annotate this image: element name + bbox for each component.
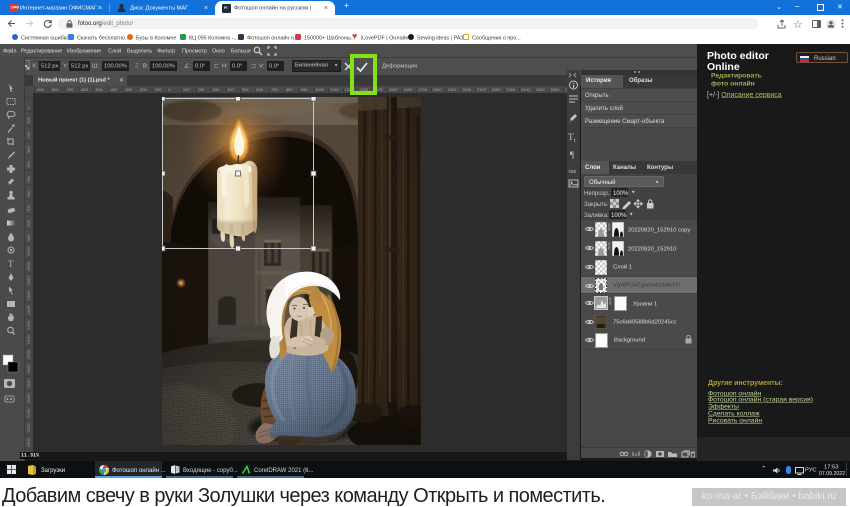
svg-text:200: 200 bbox=[26, 131, 31, 138]
svg-text:1800: 1800 bbox=[433, 87, 443, 92]
svg-text:900: 900 bbox=[26, 234, 31, 241]
svg-text:1700: 1700 bbox=[418, 87, 428, 92]
svg-text:700: 700 bbox=[271, 87, 278, 92]
svg-text:1700: 1700 bbox=[26, 349, 31, 359]
svg-text:0: 0 bbox=[26, 106, 31, 109]
svg-text:400: 400 bbox=[227, 87, 234, 92]
svg-text:-800: -800 bbox=[51, 87, 60, 92]
svg-text:500: 500 bbox=[242, 87, 249, 92]
svg-text:1000: 1000 bbox=[315, 87, 325, 92]
svg-text:400: 400 bbox=[26, 160, 31, 167]
svg-text:600: 600 bbox=[256, 87, 263, 92]
svg-text:2000: 2000 bbox=[462, 87, 472, 92]
svg-text:-100: -100 bbox=[154, 87, 163, 92]
svg-text:700: 700 bbox=[26, 204, 31, 211]
svg-text:-500: -500 bbox=[95, 87, 104, 92]
svg-text:2600: 2600 bbox=[550, 87, 560, 92]
svg-text:300: 300 bbox=[26, 146, 31, 153]
svg-text:css: css bbox=[569, 169, 577, 175]
svg-text:1300: 1300 bbox=[26, 290, 31, 300]
svg-text:2500: 2500 bbox=[536, 87, 546, 92]
svg-text:2400: 2400 bbox=[521, 87, 531, 92]
svg-text:1200: 1200 bbox=[26, 276, 31, 286]
svg-text:1000: 1000 bbox=[26, 246, 31, 256]
svg-text:1600: 1600 bbox=[403, 87, 413, 92]
svg-text:1100: 1100 bbox=[330, 87, 339, 92]
svg-text:1900: 1900 bbox=[26, 379, 31, 389]
svg-text:-200: -200 bbox=[139, 87, 148, 92]
svg-text:600: 600 bbox=[26, 190, 31, 197]
svg-text:2300: 2300 bbox=[26, 437, 31, 447]
svg-text:2200: 2200 bbox=[492, 87, 502, 92]
svg-text:200: 200 bbox=[198, 87, 205, 92]
svg-text:2100: 2100 bbox=[477, 87, 487, 92]
svg-text:-700: -700 bbox=[65, 87, 74, 92]
svg-text:2100: 2100 bbox=[26, 408, 31, 418]
svg-text:1100: 1100 bbox=[26, 261, 31, 270]
svg-text:¶: ¶ bbox=[570, 150, 574, 160]
svg-text:2300: 2300 bbox=[506, 87, 516, 92]
svg-text:-900: -900 bbox=[36, 87, 45, 92]
svg-text:800: 800 bbox=[26, 219, 31, 226]
svg-text:-400: -400 bbox=[109, 87, 118, 92]
svg-text:300: 300 bbox=[212, 87, 219, 92]
svg-text:-300: -300 bbox=[124, 87, 133, 92]
svg-text:500: 500 bbox=[26, 175, 31, 182]
svg-text:2000: 2000 bbox=[26, 393, 31, 403]
svg-text:100: 100 bbox=[183, 87, 190, 92]
svg-text:900: 900 bbox=[301, 87, 308, 92]
svg-text:1400: 1400 bbox=[26, 305, 31, 315]
svg-text:1900: 1900 bbox=[448, 87, 458, 92]
svg-text:800: 800 bbox=[286, 87, 293, 92]
svg-text:1600: 1600 bbox=[26, 335, 31, 345]
svg-text:-600: -600 bbox=[80, 87, 89, 92]
svg-text:100: 100 bbox=[26, 116, 31, 123]
svg-text:T: T bbox=[8, 259, 14, 269]
svg-text:2200: 2200 bbox=[26, 423, 31, 433]
svg-text:1500: 1500 bbox=[26, 320, 31, 330]
svg-text:t: t bbox=[574, 138, 576, 144]
svg-text:1800: 1800 bbox=[26, 364, 31, 374]
svg-text:1500: 1500 bbox=[389, 87, 399, 92]
